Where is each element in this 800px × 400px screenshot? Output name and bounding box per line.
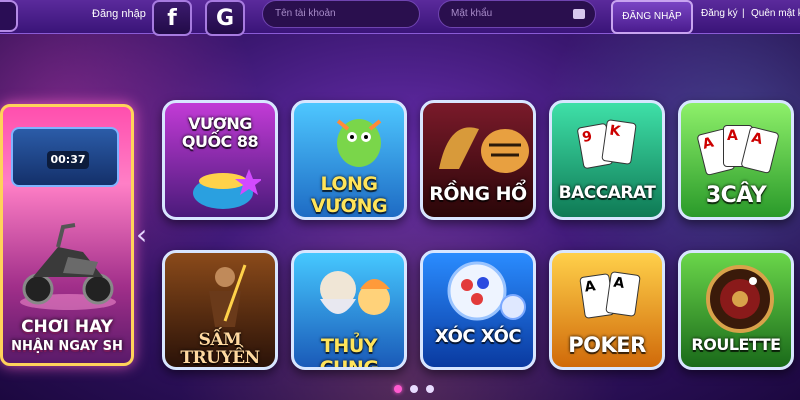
game-tile-rong-ho[interactable]: RỒNG HỔ <box>420 100 536 220</box>
facebook-icon: f <box>167 5 177 31</box>
playing-card: A <box>605 271 641 317</box>
pagination-dots <box>390 385 440 395</box>
game-label: SẤM TRUYỀN <box>180 330 260 368</box>
game-tile-baccarat[interactable]: 9 K BACCARAT <box>549 100 665 220</box>
google-icon: G <box>215 5 235 31</box>
username-input[interactable]: Tên tài khoản <box>262 0 420 28</box>
forgot-password-link[interactable]: Quên mật k <box>751 8 800 19</box>
game-label: 3CÂY <box>705 183 767 208</box>
game-label: THỦY CUNG <box>319 335 379 370</box>
game-label: VƯƠNG QUỐC 88 <box>181 114 259 151</box>
treasure-pot-icon <box>193 169 261 209</box>
countdown-timer: 00:37 <box>47 151 89 169</box>
game-tile-thuy-cung[interactable]: THỦY CUNG <box>291 250 407 370</box>
password-placeholder: Mật khẩu <box>451 8 493 19</box>
eye-icon[interactable] <box>573 9 585 19</box>
roulette-wheel-icon <box>706 265 774 333</box>
game-tile-poker[interactable]: A A POKER <box>549 250 665 370</box>
game-label: ROULETTE <box>691 335 781 354</box>
login-link[interactable]: Đăng nhập <box>92 8 146 20</box>
password-input[interactable]: Mật khẩu <box>438 0 596 28</box>
top-bar: Đăng nhập f G Tên tài khoản Mật khẩu ĐĂN… <box>0 0 800 36</box>
game-label: BACCARAT <box>558 183 656 203</box>
page-dot[interactable] <box>410 385 418 393</box>
login-button[interactable]: ĐĂNG NHẬP <box>611 0 693 34</box>
promo-banner[interactable]: 00:37 CHƠI HAY NHẬN NGAY SH <box>0 104 134 366</box>
google-login-button[interactable]: G <box>205 0 245 36</box>
register-link[interactable]: Đăng ký <box>701 8 738 19</box>
game-tile-sam-truyen[interactable]: SẤM TRUYỀN <box>162 250 278 370</box>
game-label: XÓC XÓC <box>434 326 522 347</box>
previous-arrow-icon[interactable]: ‹ <box>136 218 147 251</box>
facebook-login-button[interactable]: f <box>152 0 192 36</box>
dice-plate-icon <box>447 261 526 321</box>
game-tile-long-vuong[interactable]: LONG VƯƠNG <box>291 100 407 220</box>
game-tile-roulette[interactable]: ROULETTE <box>678 250 794 370</box>
game-label: RỒNG HỔ <box>429 183 527 205</box>
game-tile-xoc-xoc[interactable]: XÓC XÓC <box>420 250 536 370</box>
game-label: LONG VƯƠNG <box>310 173 388 217</box>
game-label: POKER <box>568 333 646 357</box>
menu-button[interactable] <box>0 0 18 32</box>
timer-panel: 00:37 <box>11 127 119 187</box>
dragon-icon <box>336 119 382 167</box>
playing-card: K <box>601 119 637 165</box>
page-dot[interactable] <box>426 385 434 393</box>
dragon-tiger-icon <box>439 127 529 173</box>
game-tile-vuong-quoc-88[interactable]: VƯƠNG QUỐC 88 <box>162 100 278 220</box>
link-separator: | <box>742 8 745 19</box>
warrior-icon <box>209 264 247 327</box>
game-tile-3cay[interactable]: A A A 3CÂY <box>678 100 794 220</box>
promo-headline: CHƠI HAY <box>21 317 113 337</box>
page-dot[interactable] <box>394 385 402 393</box>
promo-subline: NHẬN NGAY SH <box>11 339 123 354</box>
sea-king-icon <box>320 271 390 315</box>
motorbike-icon <box>20 223 116 310</box>
